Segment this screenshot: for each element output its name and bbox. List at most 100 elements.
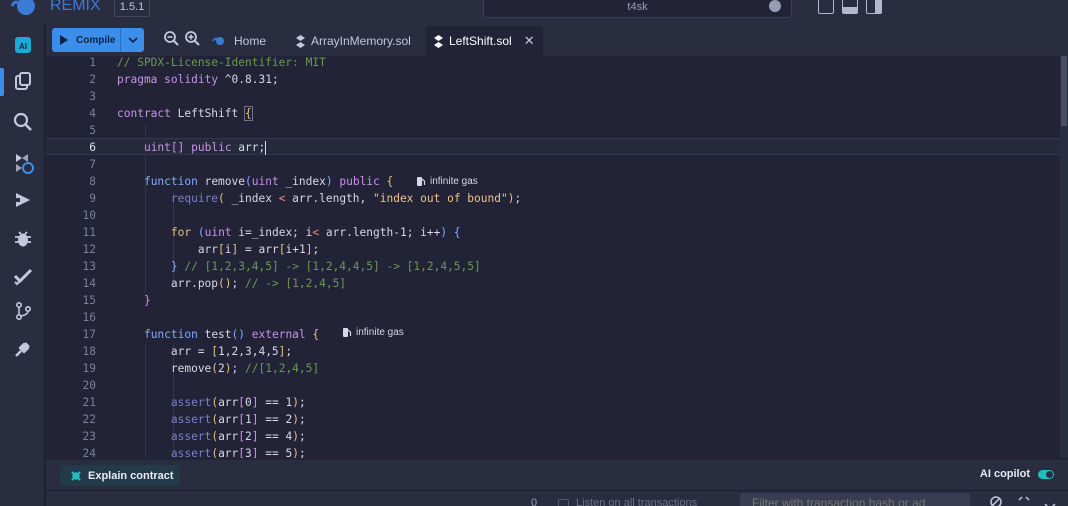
code-line: 2 pragma solidity ^0.8.31; [89, 73, 279, 86]
chevron-updown-icon [769, 0, 781, 12]
search-icon[interactable] [12, 111, 34, 133]
code-text: for (uint i=_index; i< arr.length-1; i++… [170, 226, 461, 239]
compiler-icon[interactable] [12, 152, 34, 174]
gas-label: infinite gas [430, 176, 478, 187]
code-line: 4 contract LeftShift { [89, 106, 253, 121]
remix-logo-icon [10, 0, 35, 15]
explain-contract-label: Explain contract [88, 469, 174, 482]
tab-label: ArrayInMemory.sol [311, 34, 411, 48]
expand-terminal-icon[interactable] [1044, 496, 1056, 506]
code-line: 24 assert(arr[3] == 5); [46, 445, 1060, 458]
code-text: } [143, 294, 151, 307]
code-line: 8 function remove(uint _index) public { [89, 175, 394, 188]
tab-home[interactable]: Home [204, 26, 274, 56]
layout-bottom-panel-icon[interactable] [842, 0, 858, 14]
code-text: function remove(uint _index) public { [143, 175, 394, 188]
remix-logo[interactable]: REMIX [8, 0, 101, 18]
chevron-down-icon [127, 37, 138, 43]
solidity-icon [434, 34, 443, 48]
code-line: 17 function test() external { [82, 328, 320, 341]
clear-terminal-icon[interactable] [990, 496, 1002, 506]
code-line: 16 [82, 311, 96, 324]
code-text: assert(arr[2] == 4); [170, 430, 306, 443]
plugin-icon[interactable] [12, 338, 34, 360]
code-line: 15 } [82, 294, 151, 307]
gas-label: infinite gas [356, 327, 404, 338]
code-text: } // [1,2,3,4,5] -> [1,2,4,4,5] -> [1,2,… [170, 260, 481, 273]
debugger-icon[interactable] [12, 228, 34, 250]
editor-scrollbar[interactable] [1060, 56, 1068, 458]
scrollbar-thumb[interactable] [1061, 56, 1067, 126]
tab-label: Home [234, 34, 267, 48]
git-icon[interactable] [12, 300, 34, 322]
code-line: 3 [89, 90, 96, 103]
code-line: 23 assert(arr[2] == 4); [82, 430, 306, 443]
code-line: 13 } // [1,2,3,4,5] -> [1,2,4,4,5] -> [1… [82, 260, 481, 273]
code-line: 12 arr[i] = arr[i+1]; [82, 243, 320, 256]
listen-checkbox[interactable] [558, 499, 569, 506]
code-text: contract LeftShift { [117, 106, 253, 121]
layout-left-panel-icon[interactable] [818, 0, 834, 14]
compile-button[interactable]: Compile [52, 28, 144, 52]
code-text: uint[] public arr; [143, 141, 267, 155]
code-text: arr[i] = arr[i+1]; [117, 243, 320, 256]
code-line: 14 arr.pop(); // -> [1,2,4,5] [82, 277, 347, 290]
code-text: remove(2); //[1,2,4,5] [117, 362, 320, 375]
transaction-count: 0 [531, 497, 538, 506]
ai-sparkle-icon [71, 470, 81, 481]
ai-copilot-label: AI copilot [979, 468, 1030, 480]
code-text: require( _index < arr.length, "index out… [170, 192, 522, 205]
explain-contract-button[interactable]: Explain contract [60, 465, 180, 486]
tests-icon[interactable] [12, 265, 34, 287]
zoom-in-icon[interactable] [185, 31, 200, 46]
ai-copilot-toggle[interactable] [1038, 469, 1054, 479]
close-icon[interactable]: ✕ [524, 33, 535, 49]
workspace-selector[interactable]: t4sk [483, 0, 792, 18]
ai-copilot-control[interactable]: AI copilot [980, 468, 1054, 480]
gas-pump-icon [343, 328, 352, 337]
code-line: 1// SPDX-License-Identifier: MIT [89, 56, 326, 71]
code-line: 7 [89, 158, 96, 171]
code-text: arr = [1,2,3,4,5]; [117, 345, 293, 358]
collapse-terminal-icon[interactable] [1018, 496, 1030, 506]
layout-controls [818, 0, 882, 14]
ai-icon[interactable]: AI [12, 34, 34, 56]
token: // SPDX-License-Identifier: MIT [117, 56, 326, 69]
tab-leftshift[interactable]: LeftShift.sol ✕ [426, 26, 543, 56]
code-line: 5 [89, 124, 96, 137]
gas-pump-icon [417, 177, 426, 186]
svg-text:AI: AI [19, 42, 27, 51]
text-caret [265, 141, 267, 155]
code-text: assert(arr[0] == 1); [170, 396, 306, 409]
code-line: 19 remove(2); //[1,2,4,5] [82, 362, 320, 375]
deploy-icon[interactable] [12, 189, 34, 211]
top-bar: REMIX 1.5.1 t4sk [0, 0, 1068, 22]
code-line: 20 [82, 379, 96, 392]
code-text: arr.pop(); // -> [1,2,4,5] [117, 277, 347, 290]
compile-dropdown[interactable] [120, 28, 144, 52]
icon-rail: AI [0, 22, 45, 506]
version-badge: 1.5.1 [114, 0, 150, 17]
listen-label: Listen on all transactions [576, 497, 698, 506]
bottom-bar: Explain contract AI copilot [46, 460, 1068, 490]
code-text: assert(arr[1] == 2); [170, 413, 306, 426]
play-icon [60, 35, 68, 45]
code-text: pragma solidity ^0.8.31; [117, 73, 279, 86]
code-line-current: 6 uint[] public arr; [46, 138, 1060, 155]
code-text: // SPDX-License-Identifier: MIT [117, 56, 326, 71]
code-editor[interactable]: 1// SPDX-License-Identifier: MIT 2 pragma… [46, 56, 1060, 458]
code-line: 21 assert(arr[0] == 1); [82, 396, 306, 409]
zoom-out-icon[interactable] [164, 31, 179, 46]
tab-arrayinmemory[interactable]: ArrayInMemory.sol [288, 26, 419, 56]
transaction-filter-input[interactable] [740, 493, 970, 506]
terminal-bar: 0 Listen on all transactions [46, 490, 1068, 506]
files-icon[interactable] [12, 70, 34, 92]
tab-label: LeftShift.sol [449, 34, 512, 48]
gas-estimate: infinite gas [342, 324, 404, 341]
remix-ide: REMIX 1.5.1 t4sk AI Compile Home ArrayIn… [0, 0, 1068, 506]
gas-estimate: infinite gas [416, 173, 478, 190]
code-text: function test() external { [143, 328, 320, 341]
layout-right-panel-icon[interactable] [866, 0, 882, 14]
solidity-icon [296, 34, 305, 48]
code-line: 11 for (uint i=_index; i< arr.length-1; … [82, 226, 461, 239]
